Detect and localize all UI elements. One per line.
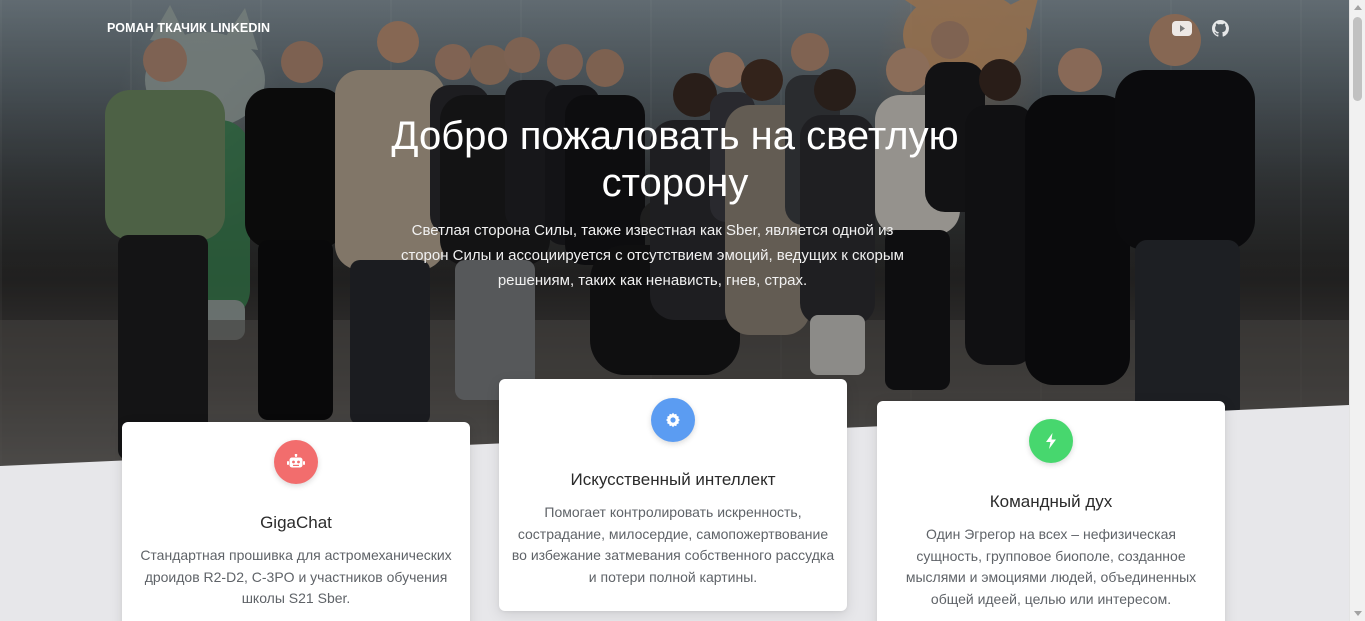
feature-text: Один Эгрегор на всех – нефизическая сущн… (905, 526, 1197, 607)
feature-title: Командный дух (989, 492, 1113, 511)
feature-title: Искусственный интеллект (570, 470, 776, 489)
feature-text: Стандартная прошивка для астромеханическ… (140, 547, 452, 606)
scroll-up-arrow-icon[interactable] (1354, 5, 1362, 10)
landing-page: РОМАН ТКАЧИК LINKEDIN Добро пожаловать н… (0, 0, 1349, 621)
scroll-down-arrow-icon[interactable] (1354, 611, 1362, 616)
feature-text: Помогает контролировать искренность, сос… (511, 504, 835, 585)
robot-icon (274, 440, 318, 484)
gear-icon (651, 398, 695, 442)
page-scrollbar[interactable] (1349, 0, 1365, 621)
feature-card-team-spirit: Командный дух Один Эгрегор на всех – неф… (877, 401, 1225, 621)
scroll-thumb[interactable] (1353, 17, 1362, 101)
youtube-icon[interactable] (1171, 17, 1193, 39)
github-icon[interactable] (1209, 17, 1231, 39)
feature-card-ai: Искусственный интеллект Помогает контрол… (499, 379, 847, 611)
lightning-icon (1029, 419, 1073, 463)
feature-title: GigaChat (260, 513, 332, 532)
brand-link[interactable]: РОМАН ТКАЧИК LINKEDIN (107, 21, 270, 35)
hero-title: Добро пожаловать на светлую сторону (391, 114, 959, 205)
feature-card-gigachat: GigaChat Стандартная прошивка для астром… (122, 422, 470, 621)
hero-lead: Светлая сторона Силы, также известная ка… (401, 222, 904, 289)
